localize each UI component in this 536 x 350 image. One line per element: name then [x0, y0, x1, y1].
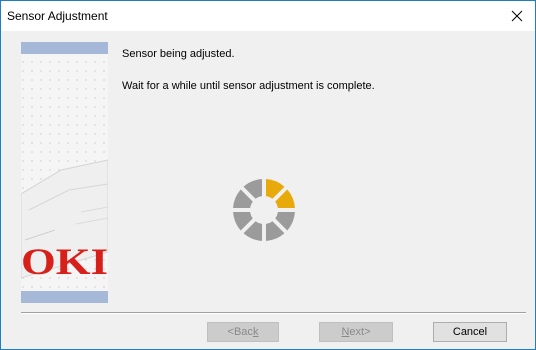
- close-button[interactable]: [499, 1, 535, 31]
- printer-illustration: OKI: [21, 42, 108, 303]
- title-bar: Sensor Adjustment: [1, 1, 535, 31]
- status-message: Sensor being adjusted.: [122, 48, 235, 60]
- accent-bar-top: [21, 42, 108, 54]
- back-button[interactable]: <Back: [207, 322, 279, 342]
- progress-spinner-icon: [233, 179, 295, 241]
- accent-bar-bottom: [21, 291, 108, 303]
- next-button[interactable]: Next>: [319, 322, 393, 342]
- close-icon: [511, 10, 523, 22]
- footer-separator: [21, 312, 526, 314]
- dialog-window: Sensor Adjustment OKI Sensor being adjus…: [0, 0, 536, 350]
- instruction-message: Wait for a while until sensor adjustment…: [122, 80, 375, 92]
- window-title: Sensor Adjustment: [7, 9, 108, 23]
- cancel-button[interactable]: Cancel: [433, 322, 507, 342]
- oki-logo: OKI: [21, 242, 108, 283]
